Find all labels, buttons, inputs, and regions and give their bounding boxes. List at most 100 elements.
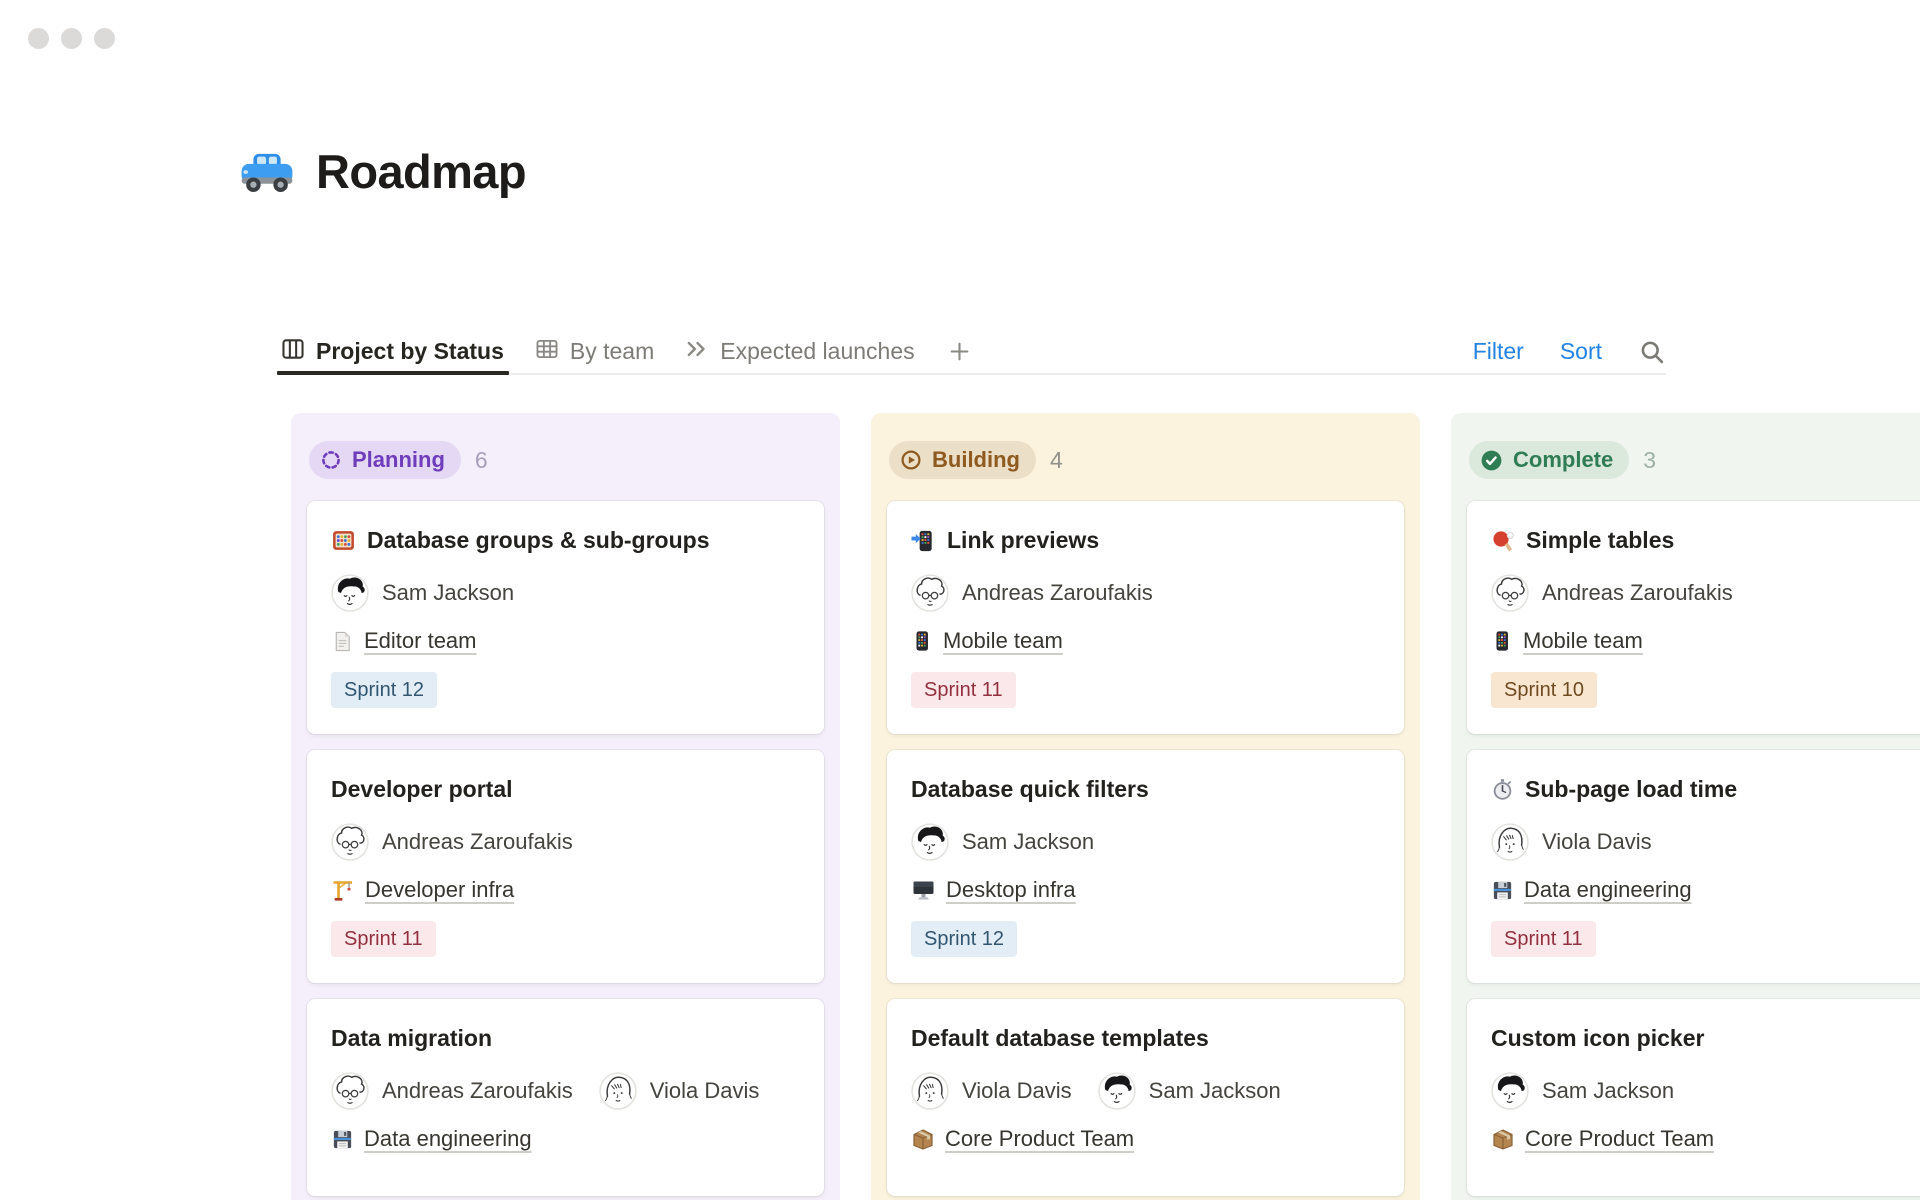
avatar	[911, 823, 949, 861]
person-chip[interactable]: Andreas Zaroufakis	[331, 823, 573, 861]
view-tab-label: Expected launches	[720, 338, 914, 365]
sort-button[interactable]: Sort	[1560, 338, 1602, 365]
view-actions: Filter Sort	[1473, 338, 1666, 366]
board-card[interactable]: Data migration Andreas Zaroufakis Viola Da…	[307, 999, 824, 1196]
board-card[interactable]: Default database templatesViola DavisSam…	[887, 999, 1404, 1196]
person-chip[interactable]: Sam Jackson	[1098, 1072, 1281, 1110]
person-name: Sam Jackson	[1542, 1078, 1674, 1104]
avatar	[1491, 1072, 1529, 1110]
person-name: Viola Davis	[650, 1078, 760, 1104]
column-header: Planning 6	[307, 441, 824, 479]
status-badge-planning[interactable]: Planning	[309, 441, 461, 479]
board-card[interactable]: Developer portal Andreas Zaroufakis Develo…	[307, 750, 824, 983]
team-link[interactable]: Data engineering	[364, 1126, 532, 1152]
person-chip[interactable]: Sam Jackson	[911, 823, 1094, 861]
card-people: Viola Davis	[1491, 823, 1920, 861]
sprint-tag[interactable]: Sprint 10	[1491, 672, 1597, 708]
view-tab-project-by-status[interactable]: Project by Status	[280, 330, 504, 373]
person-chip[interactable]: Viola Davis	[911, 1072, 1072, 1110]
pingpong-icon	[1491, 529, 1515, 553]
card-people: Sam Jackson	[1491, 1072, 1920, 1110]
board-card[interactable]: Database quick filters Sam Jackson Desktop…	[887, 750, 1404, 983]
window-control-dot[interactable]	[94, 28, 115, 49]
floppy-icon	[331, 1128, 354, 1151]
status-label: Complete	[1513, 447, 1613, 473]
card-title: Data migration	[331, 1025, 800, 1052]
card-team: Mobile team	[911, 628, 1380, 654]
window-controls[interactable]	[28, 28, 115, 49]
page-icon	[331, 630, 354, 653]
card-team: Core Product Team	[911, 1126, 1380, 1152]
board-column-building: Building 4 Link previews Andreas Zaroufakis…	[871, 413, 1420, 1200]
card-title: Database quick filters	[911, 776, 1380, 803]
avatar	[331, 1072, 369, 1110]
dashed-circle-icon	[319, 448, 343, 472]
window-control-dot[interactable]	[28, 28, 49, 49]
sprint-tag[interactable]: Sprint 11	[1491, 921, 1596, 957]
status-badge-building[interactable]: Building	[889, 441, 1036, 479]
column-count: 4	[1050, 447, 1063, 474]
phone-arrow-icon	[911, 529, 936, 553]
abacus-icon	[331, 528, 356, 553]
desktop-icon	[911, 878, 936, 902]
person-name: Viola Davis	[1542, 829, 1652, 855]
car-icon[interactable]	[238, 149, 296, 195]
view-tab-by-team[interactable]: By team	[534, 330, 654, 373]
team-link[interactable]: Developer infra	[365, 877, 514, 903]
card-people: Viola Davis Sam Jackson	[911, 1072, 1380, 1110]
card-title: Sub-page load time	[1491, 776, 1920, 803]
card-team: Desktop infra	[911, 877, 1380, 903]
crane-icon	[331, 878, 355, 902]
board-card[interactable]: Database groups & sub-groupsSam JacksonE…	[307, 501, 824, 734]
window-control-dot[interactable]	[61, 28, 82, 49]
avatar	[331, 574, 369, 612]
view-tabbar: Project by Status By team Expected launche…	[280, 330, 1666, 375]
team-link[interactable]: Mobile team	[943, 628, 1063, 654]
team-link[interactable]: Mobile team	[1523, 628, 1643, 654]
card-title: Link previews	[911, 527, 1380, 554]
app-window: Roadmap Project by StatusBy teamExpected…	[0, 0, 1920, 1200]
avatar	[1098, 1072, 1136, 1110]
board-column-complete: Complete3Simple tablesAndreas Zaroufakis…	[1451, 413, 1920, 1200]
board-card[interactable]: Link previews Andreas Zaroufakis Mobile te…	[887, 501, 1404, 734]
kanban-board: Planning 6 Database groups & sub-groupsSam…	[291, 413, 1920, 1200]
person-name: Viola Davis	[962, 1078, 1072, 1104]
card-team: Mobile team	[1491, 628, 1920, 654]
board-card[interactable]: Custom icon pickerSam JacksonCore Produc…	[1467, 999, 1920, 1196]
board-card[interactable]: Simple tablesAndreas ZaroufakisMobile te…	[1467, 501, 1920, 734]
add-view-button[interactable]	[947, 339, 972, 364]
person-name: Sam Jackson	[382, 580, 514, 606]
board-card[interactable]: Sub-page load time Viola Davis Data engine…	[1467, 750, 1920, 983]
card-people: Sam Jackson	[331, 574, 800, 612]
package-icon	[911, 1127, 935, 1151]
person-chip[interactable]: Sam Jackson	[331, 574, 514, 612]
column-count: 6	[475, 447, 488, 474]
sprint-tag[interactable]: Sprint 11	[911, 672, 1016, 708]
sprint-tag[interactable]: Sprint 12	[911, 921, 1017, 957]
person-chip[interactable]: Andreas Zaroufakis	[331, 1072, 573, 1110]
person-chip[interactable]: Sam Jackson	[1491, 1072, 1674, 1110]
status-badge-complete[interactable]: Complete	[1469, 441, 1629, 479]
filter-button[interactable]: Filter	[1473, 338, 1524, 365]
board-icon	[280, 336, 306, 368]
team-link[interactable]: Core Product Team	[1525, 1126, 1714, 1152]
sprint-tag[interactable]: Sprint 12	[331, 672, 437, 708]
avatar	[911, 574, 949, 612]
view-tab-expected-launches[interactable]: Expected launches	[684, 330, 914, 373]
person-name: Andreas Zaroufakis	[382, 829, 573, 855]
table-icon	[534, 336, 560, 368]
card-title-text: Link previews	[947, 527, 1099, 554]
person-chip[interactable]: Viola Davis	[1491, 823, 1652, 861]
package-icon	[1491, 1127, 1515, 1151]
team-link[interactable]: Core Product Team	[945, 1126, 1134, 1152]
team-link[interactable]: Desktop infra	[946, 877, 1076, 903]
card-title-text: Developer portal	[331, 776, 513, 803]
person-chip[interactable]: Viola Davis	[599, 1072, 760, 1110]
team-link[interactable]: Data engineering	[1524, 877, 1692, 903]
team-link[interactable]: Editor team	[364, 628, 477, 654]
card-people: Sam Jackson	[911, 823, 1380, 861]
person-chip[interactable]: Andreas Zaroufakis	[1491, 574, 1733, 612]
person-chip[interactable]: Andreas Zaroufakis	[911, 574, 1153, 612]
sprint-tag[interactable]: Sprint 11	[331, 921, 436, 957]
search-icon[interactable]	[1638, 338, 1666, 366]
